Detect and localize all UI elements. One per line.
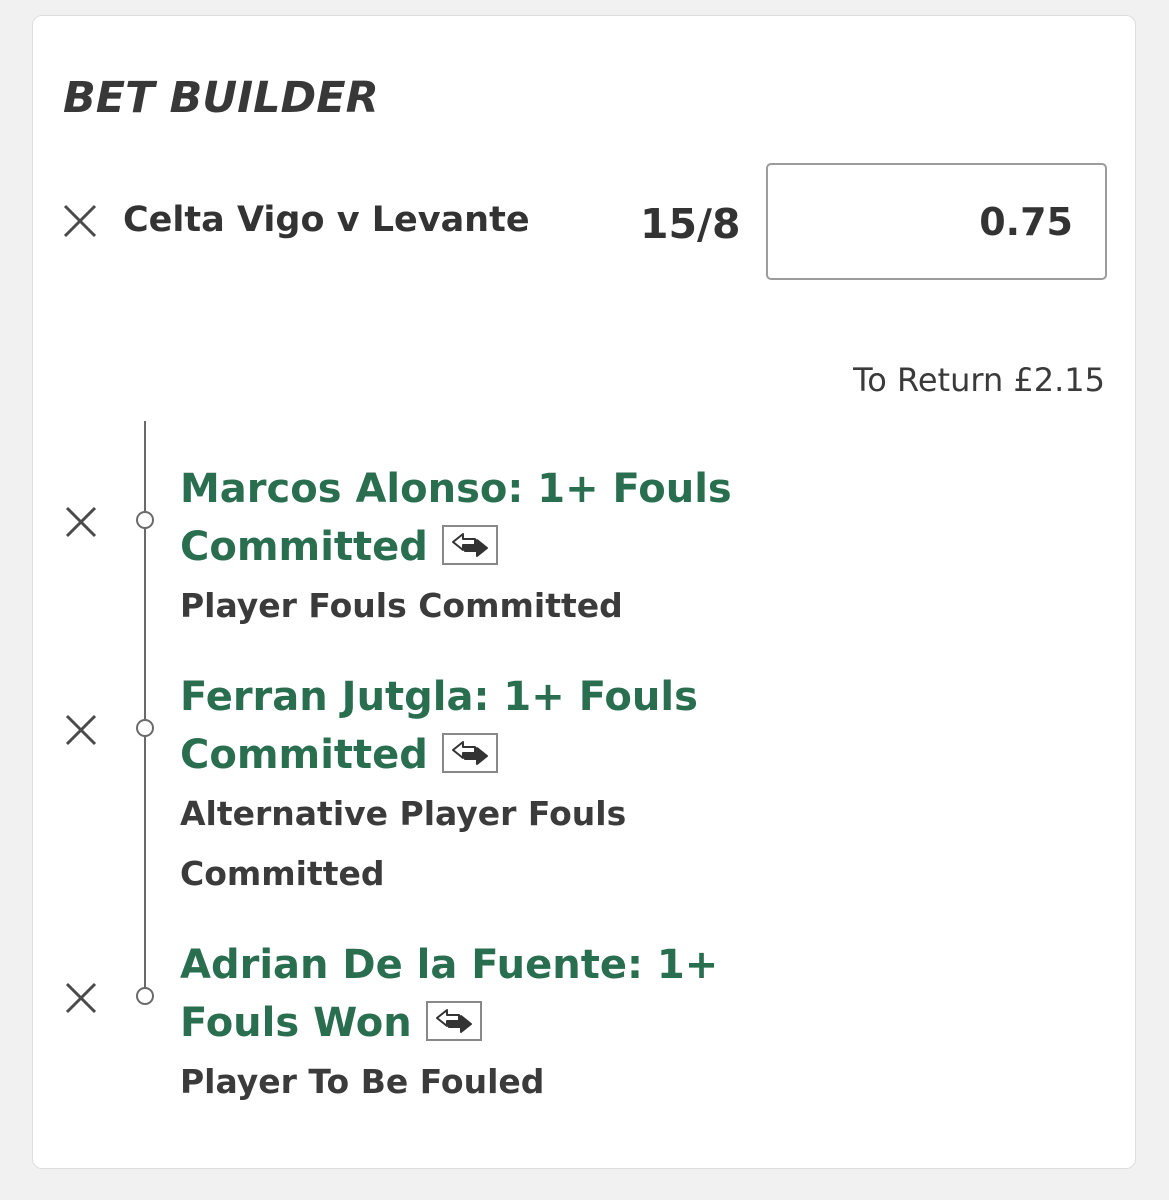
- leg-selection: Ferran Jutgla: 1+ Fouls Committed: [180, 668, 780, 784]
- leg-market: Player To Be Fouled: [180, 1062, 545, 1101]
- leg-timeline-dot: [136, 511, 154, 529]
- swap-icon[interactable]: [425, 1001, 482, 1041]
- swap-icon[interactable]: [441, 733, 498, 773]
- swap-icon[interactable]: [441, 525, 498, 565]
- legs-timeline-line: [144, 421, 146, 997]
- bet-odds: 15/8: [640, 200, 741, 248]
- leg-selection: Adrian De la Fuente: 1+ Fouls Won: [180, 936, 780, 1052]
- remove-leg-close-icon[interactable]: [65, 506, 97, 538]
- leg-timeline-dot: [136, 719, 154, 737]
- leg-selection-text: Ferran Jutgla: 1+ Fouls Committed: [180, 674, 698, 778]
- remove-bet-close-icon[interactable]: [63, 204, 97, 238]
- to-return-text: To Return £2.15: [853, 361, 1105, 399]
- remove-leg-close-icon[interactable]: [65, 714, 97, 746]
- remove-leg-close-icon[interactable]: [65, 982, 97, 1014]
- leg-selection: Marcos Alonso: 1+ Fouls Committed: [180, 460, 780, 576]
- bet-builder-card: BET BUILDER Celta Vigo v Levante 15/8 To…: [32, 15, 1136, 1169]
- match-name: Celta Vigo v Levante: [123, 200, 530, 240]
- stake-input[interactable]: [766, 163, 1107, 280]
- leg-market: Player Fouls Committed: [180, 586, 623, 625]
- leg-timeline-dot: [136, 987, 154, 1005]
- leg-market: Alternative Player Fouls Committed: [180, 794, 627, 893]
- bet-builder-title: BET BUILDER: [63, 73, 379, 123]
